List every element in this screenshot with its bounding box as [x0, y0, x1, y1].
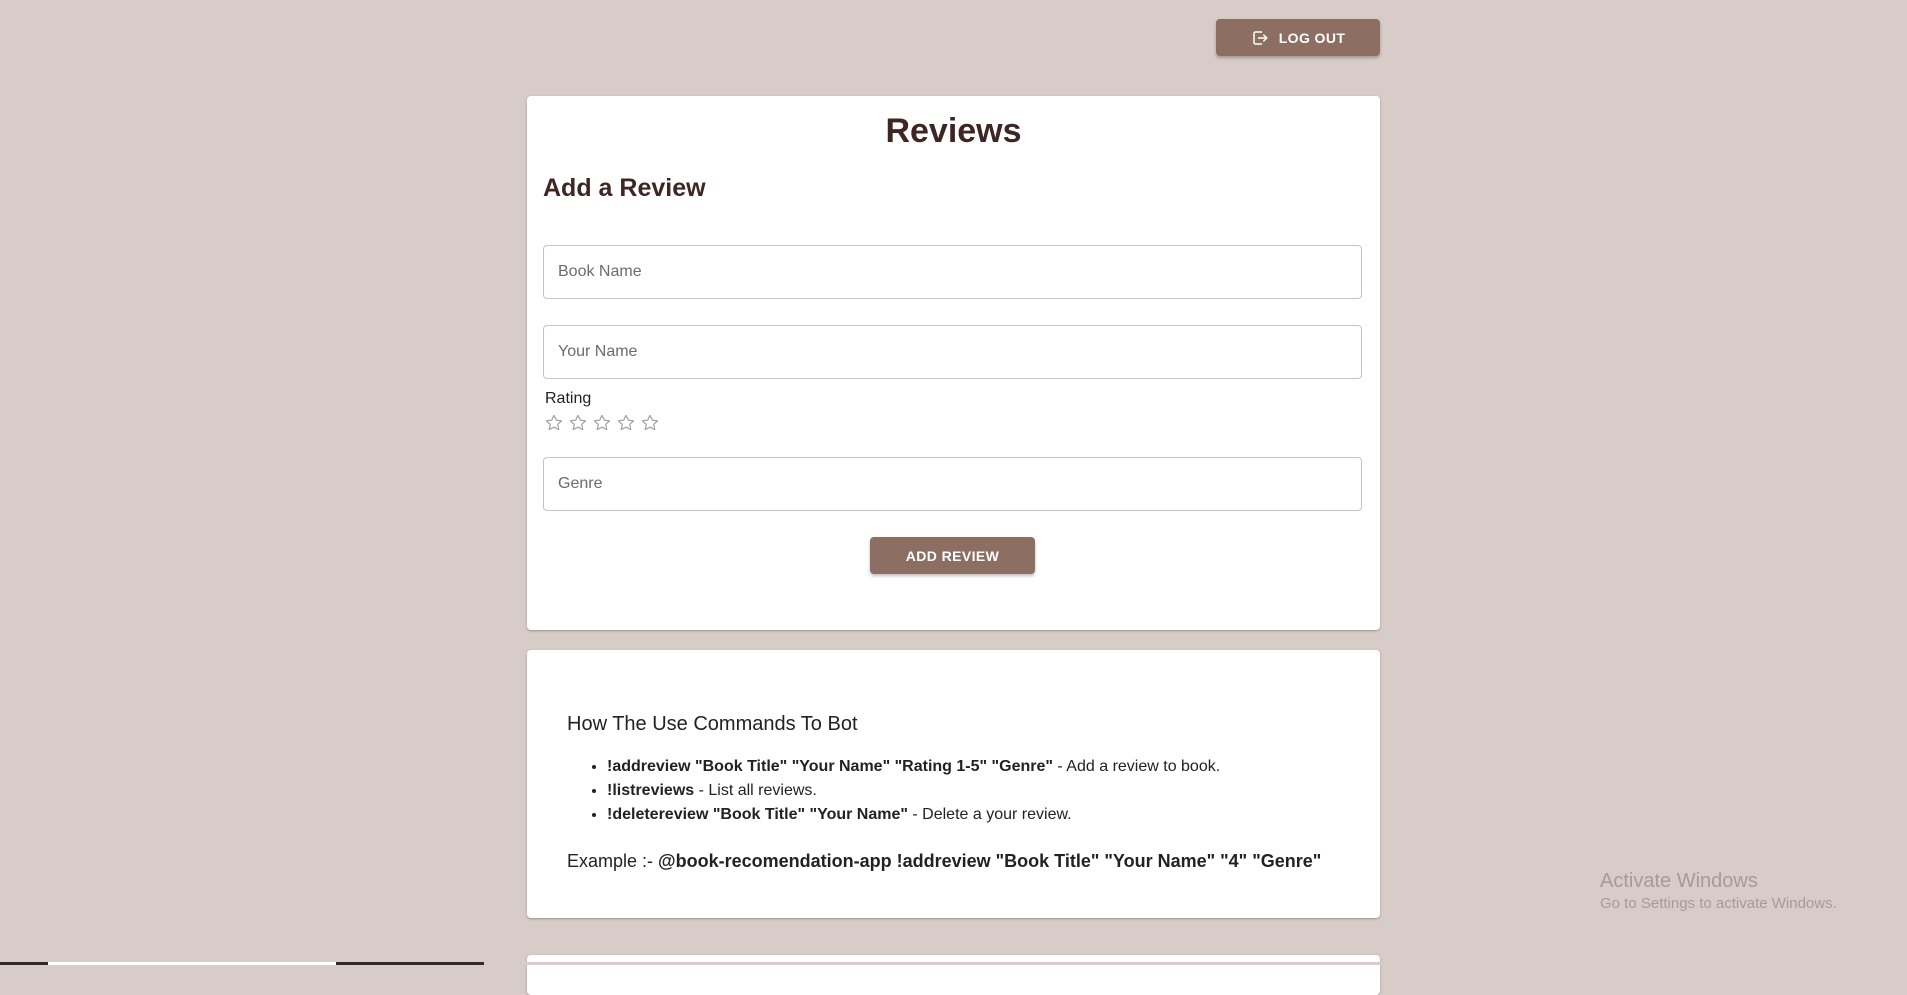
add-review-button[interactable]: ADD REVIEW — [870, 537, 1035, 574]
list-item: !addreview "Book Title" "Your Name" "Rat… — [607, 755, 1220, 779]
bot-commands-card: How The Use Commands To Bot !addreview "… — [527, 650, 1380, 918]
commands-heading: How The Use Commands To Bot — [567, 713, 858, 735]
command-description: - Delete a your review. — [907, 806, 1072, 823]
command-description: - List all reviews. — [694, 782, 817, 799]
example-prefix: Example :- — [567, 851, 659, 871]
command-text: !deletereview "Book Title" "Your Name" — [607, 806, 908, 823]
genre-input[interactable] — [543, 457, 1362, 511]
command-description: - Add a review to book. — [1052, 758, 1221, 775]
activate-windows-watermark: Activate Windows Go to Settings to activ… — [1600, 870, 1837, 912]
star-icon[interactable] — [615, 411, 637, 435]
command-text: !listreviews — [607, 782, 695, 799]
star-icon[interactable] — [567, 411, 589, 435]
example-command: @book-recomendation-app !addreview "Book… — [658, 851, 1322, 871]
list-item: !deletereview "Book Title" "Your Name" -… — [607, 803, 1220, 827]
star-icon[interactable] — [543, 411, 565, 435]
review-form-card: Reviews Add a Review Rating ADD REVIEW — [527, 96, 1380, 630]
add-review-heading: Add a Review — [543, 174, 706, 202]
commands-list: !addreview "Book Title" "Your Name" "Rat… — [567, 755, 1220, 827]
command-text: !addreview "Book Title" "Your Name" "Rat… — [607, 758, 1053, 775]
watermark-subtitle: Go to Settings to activate Windows. — [1600, 895, 1837, 912]
star-icon[interactable] — [591, 411, 613, 435]
watermark-title: Activate Windows — [1600, 870, 1758, 892]
book-name-input[interactable] — [543, 245, 1362, 299]
example-text: Example :- @book-recomendation-app !addr… — [567, 851, 1321, 872]
your-name-input[interactable] — [543, 325, 1362, 379]
logout-label: LOG OUT — [1278, 29, 1346, 46]
rating-label: Rating — [545, 390, 592, 407]
next-card — [527, 955, 1380, 995]
logout-button[interactable]: LOG OUT — [1216, 19, 1380, 56]
logout-icon — [1251, 29, 1269, 47]
page-title: Reviews — [885, 112, 1022, 150]
rating-stars — [543, 411, 661, 435]
star-icon[interactable] — [639, 411, 661, 435]
list-item: !listreviews - List all reviews. — [607, 779, 1220, 803]
